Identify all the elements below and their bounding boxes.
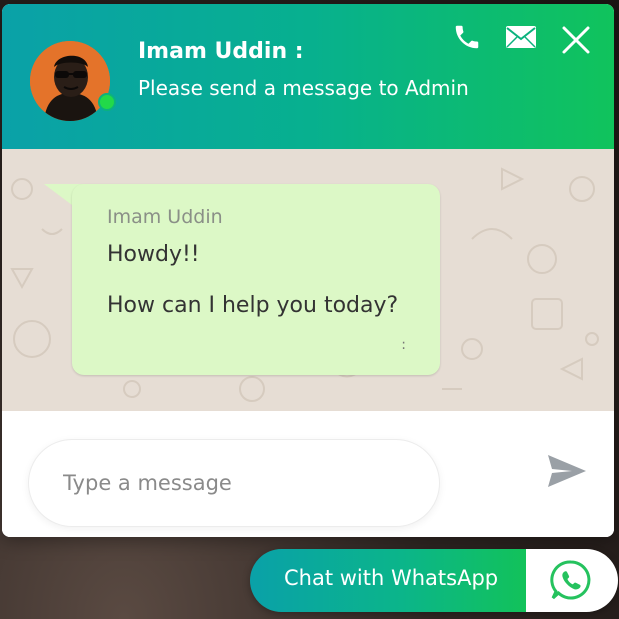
message-question: How can I help you today?	[107, 293, 399, 318]
close-icon[interactable]	[560, 24, 592, 56]
mail-icon[interactable]	[505, 24, 537, 50]
online-status-dot	[98, 93, 116, 111]
phone-icon[interactable]	[452, 22, 482, 52]
chat-widget: Imam Uddin : Please send a message to Ad…	[2, 4, 614, 537]
send-icon[interactable]	[546, 453, 588, 489]
chat-messages-area: Imam Uddin Howdy!! How can I help you to…	[2, 149, 614, 411]
message-time: :	[401, 337, 406, 353]
launcher-icon-area[interactable]	[526, 549, 618, 612]
message-sender: Imam Uddin	[107, 206, 223, 228]
launcher-label-area[interactable]: Chat with WhatsApp	[250, 549, 526, 612]
launcher-label: Chat with WhatsApp	[284, 566, 499, 590]
whatsapp-icon	[550, 560, 591, 600]
chat-with-whatsapp-button[interactable]: Chat with WhatsApp	[250, 549, 618, 612]
header-subtitle: Please send a message to Admin	[138, 76, 469, 100]
contact-name: Imam Uddin :	[138, 39, 304, 64]
message-greeting: Howdy!!	[107, 242, 200, 267]
composer-bar	[2, 411, 614, 537]
chat-header: Imam Uddin : Please send a message to Ad…	[2, 4, 614, 149]
message-bubble: Imam Uddin Howdy!! How can I help you to…	[72, 184, 440, 375]
message-input[interactable]	[28, 439, 440, 527]
avatar	[30, 41, 110, 121]
